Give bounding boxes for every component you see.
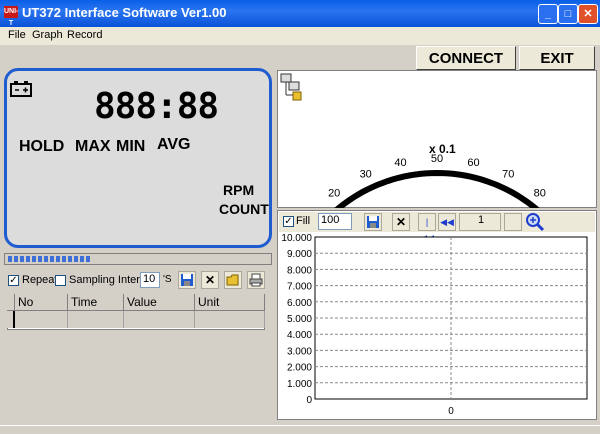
app-icon: UNI-T: [4, 6, 19, 27]
y-tick-label: 7.000: [287, 282, 312, 293]
first-page-icon[interactable]: |◀◀: [418, 213, 436, 243]
y-tick-label: 9.000: [287, 249, 312, 260]
sampling-checkbox[interactable]: [55, 275, 66, 286]
print-icon[interactable]: [247, 271, 265, 289]
progress-block: [32, 256, 36, 262]
gauge-dial: 0102030405060708090100: [328, 153, 546, 208]
y-tick-label: 4.000: [287, 330, 312, 341]
progress-block: [86, 256, 90, 262]
column-header-no[interactable]: No: [15, 294, 68, 311]
chart-save-icon[interactable]: [364, 213, 382, 231]
menu-graph[interactable]: Graph: [32, 29, 63, 41]
table-cell[interactable]: [15, 311, 68, 328]
page-number-field[interactable]: 1: [459, 213, 501, 231]
y-tick-label: 10.000: [281, 233, 312, 244]
hold-indicator: HOLD: [19, 138, 65, 155]
gauge-tick-label: 20: [328, 188, 340, 200]
table-cell[interactable]: [124, 311, 195, 328]
repeat-label: Repeat: [22, 274, 58, 286]
gauge-tick-label: 80: [534, 188, 546, 200]
y-tick-label: 6.000: [287, 298, 312, 309]
y-tick-label: 8.000: [287, 265, 312, 276]
avg-indicator: AVG: [157, 136, 191, 153]
x-tick-label: 0: [448, 406, 454, 417]
gauge-tick-label: 40: [394, 157, 406, 169]
y-tick-label: 3.000: [287, 346, 312, 357]
sampling-interval-input[interactable]: 10: [140, 272, 160, 288]
lcd-digits: 888:88: [94, 86, 219, 127]
table-cell[interactable]: [68, 311, 124, 328]
progress-block: [14, 256, 18, 262]
fill-checkbox[interactable]: ✓: [283, 216, 294, 227]
progress-block: [26, 256, 30, 262]
progress-block: [8, 256, 12, 262]
menu-file[interactable]: File: [8, 29, 26, 41]
fill-label: Fill: [296, 215, 311, 227]
delete-icon[interactable]: ✕: [201, 271, 219, 289]
max-indicator: MAX: [75, 138, 111, 155]
open-folder-icon[interactable]: [224, 271, 242, 289]
close-button[interactable]: ✕: [578, 4, 598, 24]
progress-block: [20, 256, 24, 262]
menu-record[interactable]: Record: [67, 29, 102, 41]
progress-block: [74, 256, 78, 262]
count-indicator: COUNT: [219, 201, 269, 217]
rpm-indicator: RPM: [223, 182, 255, 198]
gauge-tick-label: 60: [467, 157, 479, 169]
y-tick-label: 5.000: [287, 314, 312, 325]
y-tick-label: 1.000: [287, 379, 312, 390]
save-icon[interactable]: [178, 271, 196, 289]
battery-icon: [10, 81, 32, 97]
window-title: UT372 Interface Software Ver1.00: [22, 5, 227, 20]
progress-block: [68, 256, 72, 262]
prev-page-icon[interactable]: ◀◀: [438, 213, 456, 231]
repeat-checkbox[interactable]: ✓: [8, 275, 19, 286]
chart-plot[interactable]: 10.000 9.000 8.000 7.000 6.000 5.000 4.000 3.00…: [277, 232, 597, 420]
gauge-tick-label: 70: [502, 169, 514, 181]
minimize-button[interactable]: _: [538, 4, 558, 24]
progress-block: [38, 256, 42, 262]
seconds-unit: 'S: [163, 274, 172, 285]
progress-block: [56, 256, 60, 262]
progress-bar: [4, 253, 272, 265]
gauge-tick-label: 30: [360, 169, 372, 181]
blank-toolbar-button[interactable]: [504, 213, 522, 231]
progress-block: [50, 256, 54, 262]
column-header-unit[interactable]: Unit: [195, 294, 265, 311]
fill-value-input[interactable]: 100: [318, 213, 352, 230]
column-header-value[interactable]: Value: [124, 294, 195, 311]
min-indicator: MIN: [116, 138, 146, 155]
connect-button[interactable]: CONNECT: [416, 46, 516, 70]
progress-block: [62, 256, 66, 262]
row-selector[interactable]: [7, 311, 15, 328]
progress-block: [80, 256, 84, 262]
y-tick-label: 2.000: [287, 363, 312, 374]
column-header-time[interactable]: Time: [68, 294, 124, 311]
maximize-button[interactable]: □: [558, 4, 578, 24]
table-cell[interactable]: [195, 311, 265, 328]
gauge-multiplier: x 0.1: [429, 142, 456, 156]
progress-block: [44, 256, 48, 262]
y-tick-label: 0: [306, 395, 312, 406]
chart-clear-icon[interactable]: ✕: [392, 213, 410, 231]
exit-button[interactable]: EXIT: [519, 46, 595, 70]
row-header-corner: [7, 294, 15, 311]
